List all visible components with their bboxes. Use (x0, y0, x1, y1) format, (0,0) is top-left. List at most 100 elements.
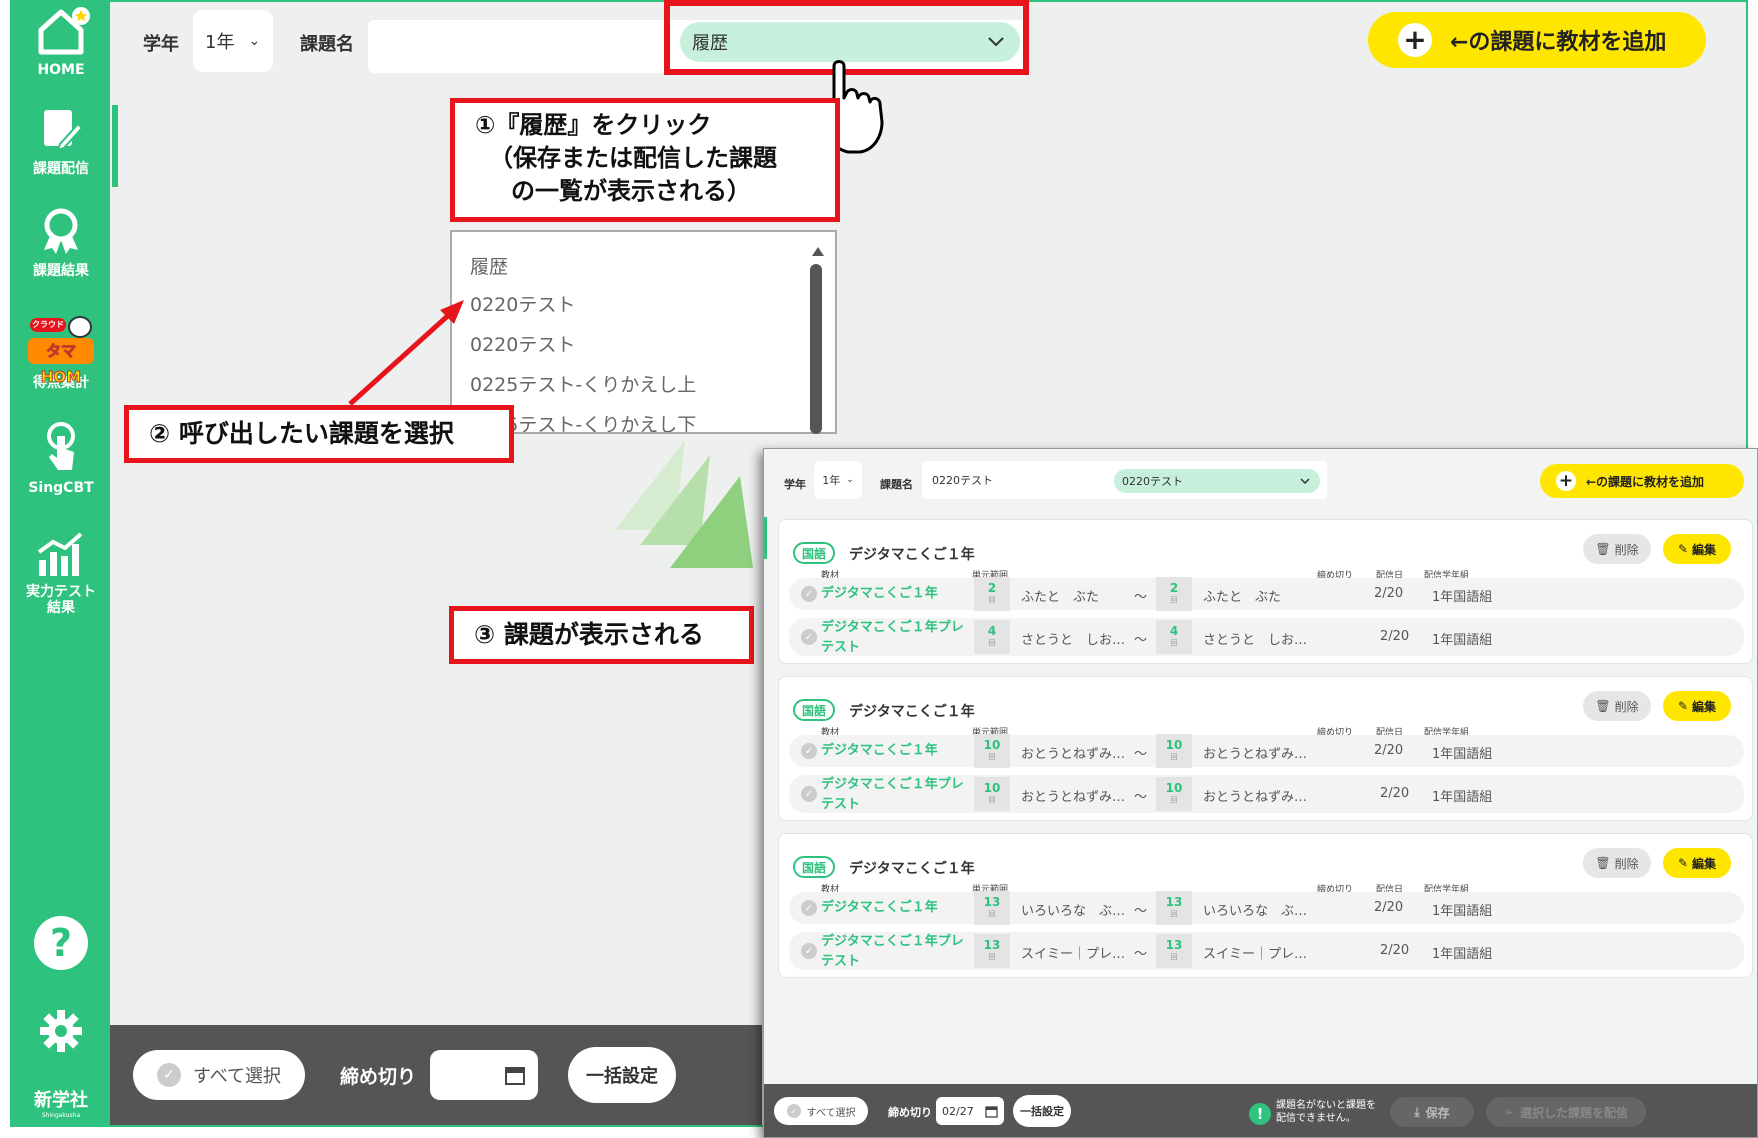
pencil-icon: ✎ (1677, 856, 1689, 870)
download-icon: ⤓ (1414, 1104, 1420, 1119)
sidebar-item-kadai-haishin[interactable]: 課題配信 (12, 104, 110, 178)
settings-button[interactable] (12, 1008, 110, 1058)
grade-select[interactable]: 1年 ⌄ (193, 10, 273, 72)
check-icon: ✓ (156, 1063, 181, 1087)
sidebar-item-tokuten[interactable]: クラウド タマHOM 得点集計 (12, 316, 110, 392)
sidebar-item-label: HOME (37, 62, 85, 78)
trash-icon: 🗑 (1595, 699, 1611, 713)
material-name: デジタマこくご１年 (821, 900, 938, 915)
calendar-icon (985, 1105, 998, 1118)
material-name: デジタマこくご１年 (821, 743, 938, 758)
delivery-class: 1年国語組 (1432, 590, 1493, 605)
delete-button[interactable]: 🗑 削除 (1583, 534, 1651, 564)
unit-to: 10 回 (1156, 777, 1192, 811)
send-icon: ➢ (1503, 1105, 1515, 1119)
dropdown-item[interactable]: 0220テスト (470, 290, 575, 317)
unit-to-text: ふたと ぶた (1203, 590, 1282, 605)
unit-to: 4回 (1156, 620, 1192, 654)
unit-from: 10 回 (974, 734, 1010, 768)
callout-step3: ③ 課題が表示される (449, 606, 754, 664)
plus-icon: + (1398, 23, 1432, 57)
card-title: デジタマこくご１年 (849, 547, 975, 563)
unit-from-text: さとうと しお… (1021, 633, 1126, 648)
add-material-button[interactable]: + ←の課題に教材を追加 (1368, 12, 1706, 68)
delivery-date: 2/20 (1380, 629, 1410, 644)
plus-icon: + (1556, 471, 1576, 491)
send-selected-button[interactable]: ➢ 選択した課題を配信 (1486, 1097, 1646, 1127)
table-row[interactable]: ✓ デジタマこくご１年 2 回ふたと ぶた〜 2 回ふたと ぶた 2/20 1年国語組 (789, 577, 1744, 611)
sidebar-item-singcbt[interactable]: SingCBT (12, 420, 110, 496)
check-icon[interactable]: ✓ (801, 743, 817, 759)
range-tilde: 〜 (1134, 790, 1148, 805)
tamahome-logo: クラウド タマHOM (26, 316, 96, 387)
unit-from: 2回 (974, 577, 1010, 611)
deadline-input[interactable] (430, 1050, 538, 1100)
table-row[interactable]: ✓ デジタマこくご１年 13 回いろいろな ぶ… 〜 13 回いろいろな ぶ… 2/20 1年国… (789, 891, 1744, 925)
delete-button[interactable]: 🗑 削除 (1583, 691, 1651, 721)
bulk-set-button[interactable]: 一括設定 (1013, 1095, 1071, 1127)
table-row[interactable]: ✓ デジタマこくご１年 10 回おとうとねずみ… 〜 10 回おとうとねずみ… 2/20 1年国… (789, 734, 1744, 768)
add-material-button[interactable]: + ←の課題に教材を追加 (1540, 464, 1744, 498)
delivery-class: 1年国語組 (1432, 904, 1493, 919)
chevron-down-icon (1300, 478, 1310, 484)
task-card: 国語 デジタマこくご１年 🗑 削除 ✎ 編集 教材 単元範囲 締め切り 配信日 配信学年組 ✓ デジタマ… (778, 676, 1753, 821)
select-all-button[interactable]: ✓ すべて選択 (133, 1050, 305, 1100)
edit-button[interactable]: ✎ 編集 (1663, 848, 1731, 878)
deadline-input[interactable]: 02/27 (936, 1097, 1004, 1125)
sidebar-item-jitsuryoku[interactable]: 実力テスト結果 (12, 530, 110, 616)
save-button[interactable]: ⤓ 保存 (1390, 1097, 1474, 1127)
grade-label: 学年 (143, 34, 179, 55)
material-name: デジタマこくご１年プレテスト (821, 777, 964, 812)
delivery-class: 1年国語組 (1432, 633, 1493, 648)
help-button[interactable]: ? (12, 916, 110, 970)
grade-label: 学年 (784, 478, 806, 491)
callout-step2: ② 呼び出したい課題を選択 (124, 405, 514, 463)
sidebar-item-home[interactable]: HOME (12, 6, 110, 78)
subject-tag: 国語 (793, 699, 835, 721)
scroll-up-icon[interactable] (812, 247, 824, 256)
deadline-label: 締め切り (888, 1106, 932, 1119)
delete-button[interactable]: 🗑 削除 (1583, 848, 1651, 878)
notepad-icon (44, 110, 84, 152)
warning-text: 課題名がないと課題を配信できません。 (1276, 1100, 1376, 1124)
edit-button[interactable]: ✎ 編集 (1663, 691, 1731, 721)
brand-logo: 新学社 Shingakusha (34, 1090, 88, 1119)
chevron-down-icon: ⌄ (248, 33, 261, 49)
edit-button[interactable]: ✎ 編集 (1663, 534, 1731, 564)
bulk-set-button[interactable]: 一括設定 (568, 1047, 676, 1103)
unit-from: 13 回 (974, 891, 1010, 925)
unit-to: 13 回 (1156, 891, 1192, 925)
scrollbar[interactable] (810, 264, 822, 434)
select-all-button[interactable]: ✓ すべて選択 (774, 1097, 868, 1125)
card-title: デジタマこくご１年 (849, 704, 975, 720)
unit-from-text: スイミー｜プレ… (1021, 947, 1126, 962)
check-icon[interactable]: ✓ (801, 629, 817, 645)
trash-icon: 🗑 (1595, 856, 1611, 870)
check-icon[interactable]: ✓ (801, 900, 817, 916)
active-indicator (112, 105, 118, 187)
check-icon[interactable]: ✓ (801, 943, 817, 959)
table-row[interactable]: ✓ デジタマこくご１年プレテスト 4 回さとうと しお… 〜 4 回さとうと しお… 2/20… (789, 618, 1744, 656)
ribbon-icon (44, 208, 78, 254)
dropdown-item[interactable]: 履歴 (470, 252, 508, 279)
check-icon[interactable]: ✓ (801, 786, 817, 802)
dropdown-item[interactable]: 0220テスト (470, 330, 575, 357)
deadline-label: 締め切り (340, 1066, 417, 1088)
pencil-icon: ✎ (1677, 699, 1689, 713)
delivery-date: 2/20 (1374, 900, 1404, 915)
history-select[interactable]: 0220テスト (1114, 469, 1320, 493)
unit-to-text: おとうとねずみ… (1203, 747, 1308, 762)
unit-from: 4回 (974, 620, 1010, 654)
sidebar-item-kadai-kekka[interactable]: 課題結果 (12, 206, 110, 280)
range-tilde: 〜 (1134, 904, 1148, 919)
dropdown-item[interactable]: 0225テスト-くりかえし上 (470, 370, 696, 397)
table-row[interactable]: ✓ デジタマこくご１年プレテスト 10 回おとうとねずみ… 〜 10 回おとうとねずみ… 2/… (789, 775, 1744, 813)
check-icon[interactable]: ✓ (801, 586, 817, 602)
bar-chart-icon (37, 532, 83, 576)
taskname-label: 課題名 (880, 478, 913, 491)
table-row[interactable]: ✓ デジタマこくご１年プレテスト 13 回スイミー｜プレ… 〜 13 回スイミー｜プレ… 2/… (789, 932, 1744, 970)
grade-select[interactable]: 1年 ⌄ (814, 461, 862, 499)
trash-icon: 🗑 (1595, 542, 1611, 556)
help-icon: ? (34, 916, 88, 970)
unit-from-text: おとうとねずみ… (1021, 790, 1126, 805)
